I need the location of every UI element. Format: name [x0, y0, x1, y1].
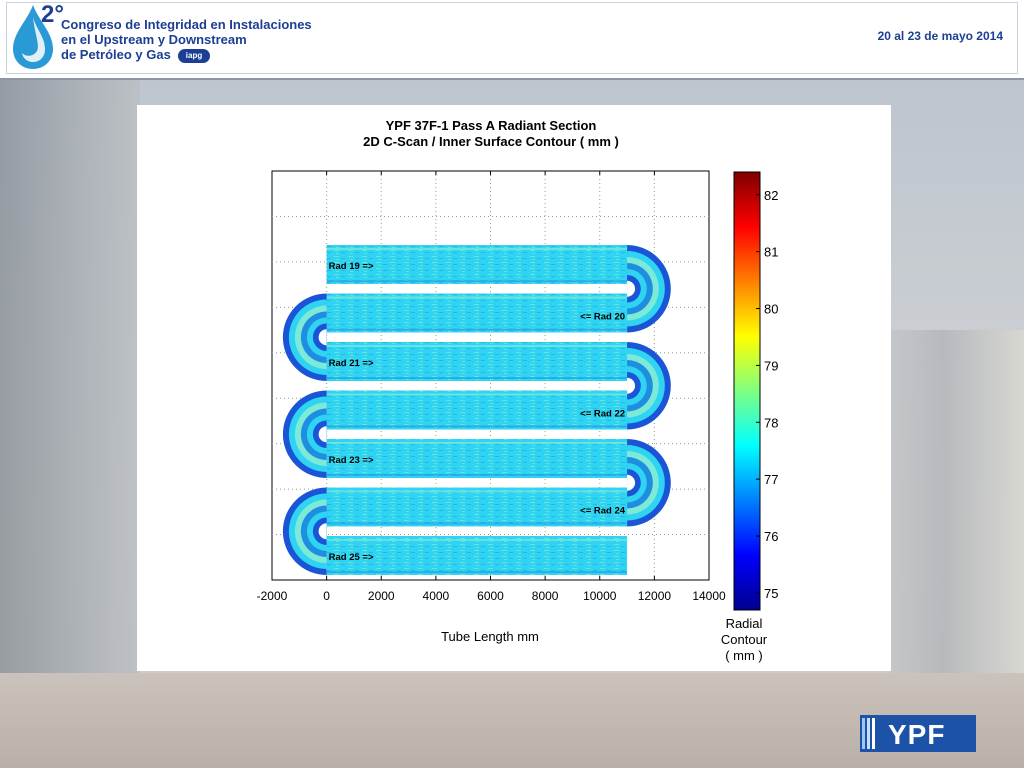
x-tick-label: 6000 — [477, 589, 504, 603]
colorbar: 82 81 80 79 78 77 76 75RadialContour( mm ) — [721, 171, 778, 663]
colorbar-tick-label: 81 — [764, 245, 778, 260]
x-tick-label: 2000 — [368, 589, 395, 603]
tube-highlight — [326, 345, 628, 347]
tube-label: Rad 21 => — [329, 358, 374, 369]
x-tick-label: 14000 — [692, 589, 726, 603]
congress-title-line-1: Congreso de Integridad en Instalaciones — [61, 17, 312, 32]
chart-subtitle: 2D C-Scan / Inner Surface Contour ( mm ) — [363, 134, 619, 149]
colorbar-tick-label: 80 — [764, 302, 778, 317]
ypf-logo: YPF — [860, 715, 976, 752]
tube-highlight — [326, 442, 628, 444]
tube-label: Rad 23 => — [329, 455, 374, 466]
colorbar-label: Contour — [721, 632, 768, 647]
colorbar-label: ( mm ) — [725, 648, 763, 663]
tube-shadow — [326, 280, 628, 282]
tube-shadow — [326, 425, 628, 428]
colorbar-tick-label: 75 — [764, 586, 778, 601]
tube-shadow — [326, 328, 628, 331]
tube-shadow — [326, 474, 628, 476]
x-tick-label: -2000 — [257, 589, 288, 603]
tube-highlight — [326, 296, 628, 299]
background-refinery-left — [0, 80, 140, 768]
x-tick-label: 4000 — [423, 589, 450, 603]
congress-title-line-2: en el Upstream y Downstream — [61, 32, 247, 47]
x-tick-label: 12000 — [638, 589, 672, 603]
x-tick-label: 8000 — [532, 589, 559, 603]
colorbar-tick-label: 82 — [764, 188, 778, 203]
tube-highlight — [326, 393, 628, 396]
tube-shadow — [326, 571, 628, 573]
tube-row: Rad 25 => — [326, 536, 628, 575]
tube-label: Rad 25 => — [329, 552, 374, 563]
x-tick-label: 0 — [323, 589, 330, 603]
colorbar-gradient — [733, 171, 761, 611]
event-dates: 20 al 23 de mayo 2014 — [877, 29, 1003, 43]
slide-header: 2° Congreso de Integridad en Instalacion… — [0, 0, 1024, 80]
tube-label: <= Rad 22 — [580, 409, 625, 420]
colorbar-tick-label: 76 — [764, 529, 778, 544]
x-axis-label: Tube Length mm — [441, 629, 539, 644]
colorbar-tick-label: 79 — [764, 358, 778, 373]
chart-title: YPF 37F-1 Pass A Radiant Section — [386, 118, 597, 133]
x-tick-label: 10000 — [583, 589, 617, 603]
tube-label: <= Rad 20 — [580, 312, 625, 323]
colorbar-tick-label: 78 — [764, 415, 778, 430]
header-banner: 2° Congreso de Integridad en Instalacion… — [6, 1, 1018, 74]
cscan-chart: YPF 37F-1 Pass A Radiant Section 2D C-Sc… — [257, 118, 779, 663]
ypf-stripes-icon — [862, 718, 875, 749]
colorbar-tick-label: 77 — [764, 472, 778, 487]
tube-highlight — [326, 490, 628, 493]
tube-highlight — [326, 539, 628, 541]
tube-label: <= Rad 24 — [580, 506, 626, 517]
tube-highlight — [326, 248, 628, 250]
tube-layer: Rad 19 => <= Rad 20 Rad 21 => <= Rad 22 Rad … — [282, 245, 671, 575]
iapg-logo: iapg — [178, 49, 210, 63]
tube-shadow — [326, 522, 628, 525]
congress-title-line-3: de Petróleo y Gas — [61, 47, 171, 62]
tube-label: Rad 19 => — [329, 261, 374, 272]
chart-panel: YPF 37F-1 Pass A Radiant Section 2D C-Sc… — [137, 105, 891, 671]
tube-shadow — [326, 377, 628, 379]
ypf-logo-text: YPF — [888, 719, 946, 750]
colorbar-label: Radial — [726, 616, 763, 631]
